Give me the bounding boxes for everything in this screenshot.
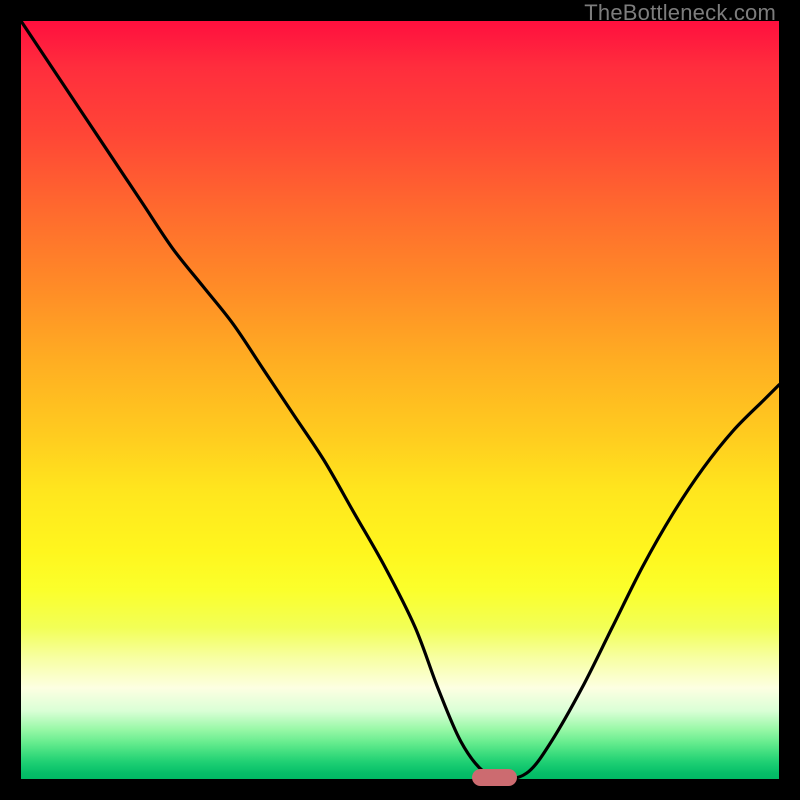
optimal-marker: [472, 769, 517, 786]
chart-frame: TheBottleneck.com: [0, 0, 800, 800]
plot-area: [21, 21, 779, 779]
watermark-text: TheBottleneck.com: [584, 0, 776, 26]
